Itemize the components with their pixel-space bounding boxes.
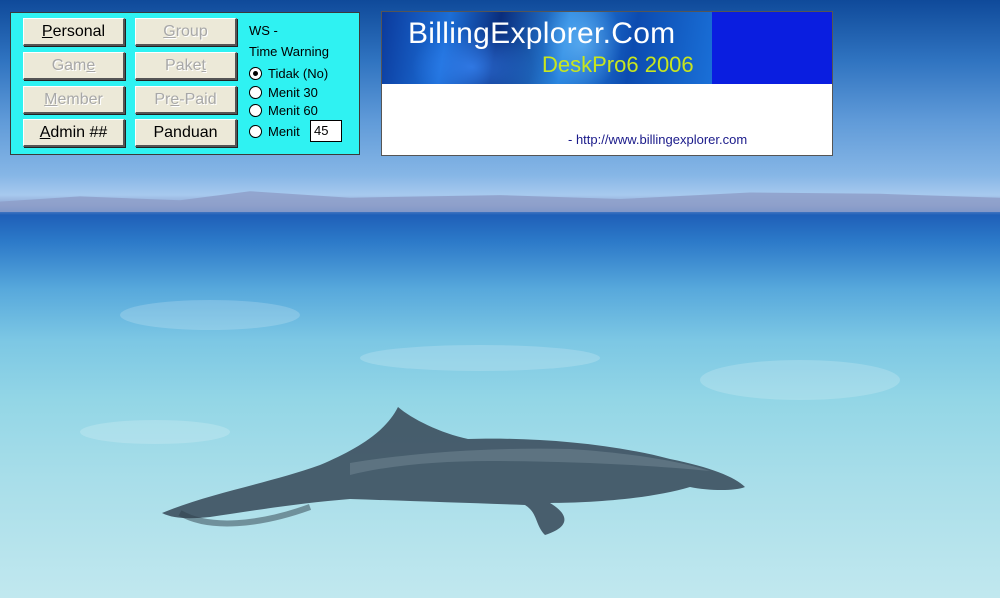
wallpaper-horizon-hills <box>0 191 1000 212</box>
paket-button[interactable]: Paket <box>135 52 237 80</box>
radio-tidak[interactable]: Tidak (No) <box>249 65 328 82</box>
radio-unchecked-icon[interactable] <box>249 104 262 118</box>
group-button[interactable]: Group <box>135 18 237 46</box>
banner-url-link[interactable]: - http://www.billingexplorer.com <box>568 132 747 147</box>
radio-checked-icon[interactable] <box>249 67 262 81</box>
dolphin-image <box>162 407 745 535</box>
radio-menit-60[interactable]: Menit 60 <box>249 102 318 119</box>
wallpaper-ripple <box>360 345 600 371</box>
control-panel: Personal Group Game Paket Member Pre-Pai… <box>10 12 360 155</box>
radio-label: Menit 60 <box>268 103 318 118</box>
personal-button[interactable]: Personal <box>23 18 125 46</box>
radio-unchecked-icon[interactable] <box>249 125 262 139</box>
ws-label: WS - <box>249 23 278 38</box>
pre-paid-button[interactable]: Pre-Paid <box>135 86 237 114</box>
radio-label: Tidak (No) <box>268 66 329 81</box>
menit-value-field[interactable]: 45 <box>310 120 342 142</box>
banner-header: BillingExplorer.Com DeskPro6 2006 <box>382 12 832 84</box>
wallpaper-ripple <box>700 360 900 400</box>
billingexplorer-banner[interactable]: BillingExplorer.Com DeskPro6 2006 - http… <box>381 11 833 156</box>
member-button[interactable]: Member <box>23 86 125 114</box>
radio-unchecked-icon[interactable] <box>249 86 262 100</box>
radio-label: Menit <box>268 124 300 139</box>
banner-title: BillingExplorer.Com <box>408 17 676 50</box>
radio-menit-custom[interactable]: Menit <box>249 123 300 140</box>
game-button[interactable]: Game <box>23 52 125 80</box>
radio-label: Menit 30 <box>268 85 318 100</box>
admin-button[interactable]: Admin ## <box>23 119 125 147</box>
banner-subtitle: DeskPro6 2006 <box>542 52 694 77</box>
time-warning-label: Time Warning <box>249 44 329 59</box>
panduan-button[interactable]: Panduan <box>135 119 237 147</box>
wallpaper-ripple <box>120 300 300 330</box>
radio-menit-30[interactable]: Menit 30 <box>249 84 318 101</box>
